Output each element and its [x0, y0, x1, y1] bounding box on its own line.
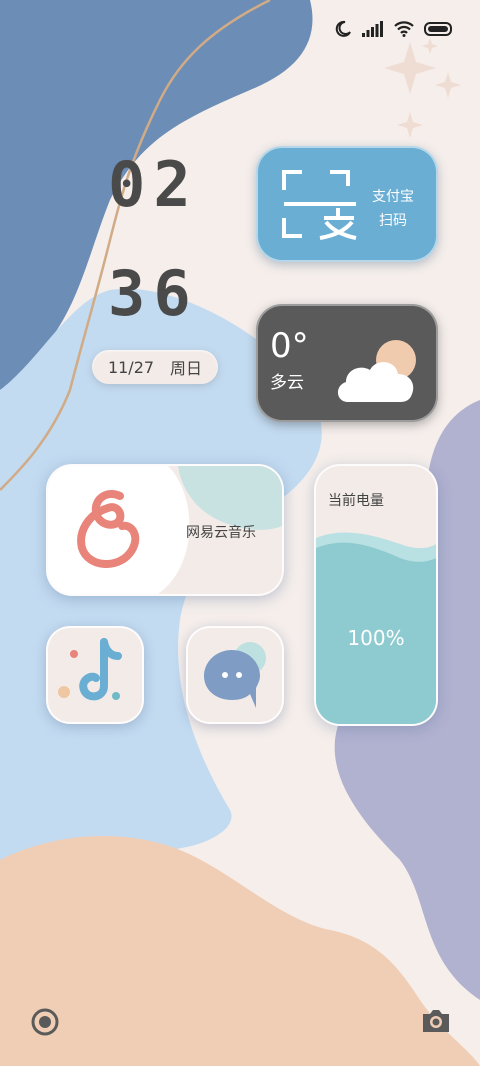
weather-widget[interactable]: 0° 多云 — [256, 304, 438, 422]
moon-icon — [335, 20, 351, 37]
chat-app[interactable] — [186, 626, 284, 724]
netease-music-icon — [77, 490, 140, 568]
alipay-sublabel: 扫码 — [379, 213, 407, 229]
douyin-app[interactable] — [46, 626, 144, 724]
music-label: 网易云音乐 — [186, 525, 256, 541]
date-pill[interactable]: 11/27 周日 — [92, 350, 218, 384]
date-day: 11/27 — [107, 357, 155, 377]
battery-percent: 100% — [347, 626, 405, 650]
clock-minute: 36 — [108, 257, 199, 330]
signal-icon — [362, 21, 383, 37]
battery-widget[interactable]: 当前电量 100% — [314, 464, 438, 726]
chat-bubble-icon — [204, 642, 266, 708]
wifi-icon — [394, 21, 414, 37]
cloudy-icon — [337, 340, 416, 402]
netease-music-widget[interactable]: 网易云音乐 — [46, 464, 284, 596]
camera-icon[interactable] — [420, 1007, 452, 1035]
battery-label: 当前电量 — [328, 493, 384, 509]
clock-hour: 02 — [108, 148, 199, 221]
alipay-scan-widget[interactable]: 支付宝 扫码 — [256, 146, 438, 262]
scan-icon — [282, 170, 357, 240]
date-weekday: 周日 — [170, 359, 203, 378]
douyin-icon — [58, 638, 122, 701]
alipay-label: 支付宝 — [372, 189, 414, 205]
battery-icon — [424, 22, 452, 36]
record-icon[interactable] — [30, 1007, 60, 1037]
status-bar — [334, 20, 454, 38]
weather-temp: 0° — [270, 326, 309, 366]
weather-condition: 多云 — [270, 373, 304, 393]
